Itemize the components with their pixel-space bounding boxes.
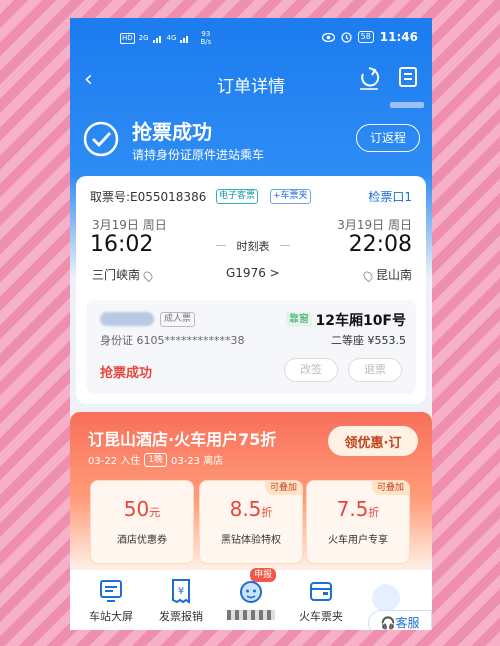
checkin-date: 03-22 入住 bbox=[88, 456, 141, 467]
depart-time: 16:02 bbox=[90, 232, 154, 257]
phone-screen: HD 2G 4G 93 B/s 58 11:46 ‹ 订单详情 抢票成功 请持身… bbox=[70, 18, 432, 630]
svg-text:¥: ¥ bbox=[178, 586, 184, 597]
claim-coupon-button[interactable]: 领优惠·订 bbox=[328, 426, 418, 456]
net-speed-value: 93 bbox=[201, 30, 211, 38]
customer-service-button[interactable]: 🎧客服 bbox=[368, 610, 432, 630]
hd-indicator: HD bbox=[120, 32, 135, 44]
arrive-station-name: 昆山南 bbox=[375, 268, 412, 282]
network-2g: 2G bbox=[138, 34, 149, 42]
stackable-tag: 可叠加 bbox=[264, 481, 302, 495]
schedule-link[interactable]: 时刻表 bbox=[220, 238, 286, 254]
coupon-label: 黑钻体验特权 bbox=[221, 535, 281, 546]
e-ticket-tag: 电子客票 bbox=[216, 189, 259, 204]
invoice-icon: ¥ bbox=[172, 579, 190, 604]
document-icon[interactable] bbox=[396, 66, 420, 92]
order-status: 抢票成功 bbox=[100, 366, 153, 381]
seat-class-price: 二等座 ¥553.5 bbox=[331, 334, 406, 347]
tool-invoice[interactable]: ¥ 发票报销 bbox=[150, 578, 212, 624]
signal-icon-2 bbox=[180, 35, 189, 43]
schedule-line-right bbox=[280, 245, 290, 246]
stackable-tag: 可叠加 bbox=[371, 481, 409, 495]
net-speed-unit: B/s bbox=[200, 38, 212, 46]
checkout-date: 03-23 离店 bbox=[170, 456, 224, 467]
tool-station-screen[interactable]: 车站大屏 bbox=[80, 578, 142, 624]
network-4g: 4G bbox=[166, 34, 177, 42]
status-bar: HD 2G 4G 93 B/s 58 11:46 bbox=[70, 18, 432, 58]
battery-indicator: 58 bbox=[357, 31, 374, 43]
blurred-label bbox=[390, 102, 424, 108]
book-return-button[interactable]: 订返程 bbox=[356, 124, 420, 152]
coupon-label: 火车用户专享 bbox=[328, 535, 388, 546]
blurred-label bbox=[227, 610, 275, 620]
ticket-type-tag: 成人票 bbox=[160, 312, 196, 327]
id-number: 身份证 6105************38 bbox=[100, 334, 245, 347]
gate-label: 检票口1 bbox=[368, 190, 412, 204]
location-pin-icon[interactable] bbox=[141, 269, 155, 282]
clock: 11:46 bbox=[379, 30, 418, 44]
train-number[interactable]: G1976 > bbox=[226, 266, 280, 280]
passenger-box: 成人票 靠窗 12车厢10F号 身份证 6105************38 二… bbox=[86, 300, 416, 394]
success-subtitle: 请持身份证原件进站乘车 bbox=[132, 148, 265, 162]
passenger-name-blurred bbox=[100, 312, 154, 326]
station-screen-icon bbox=[100, 580, 122, 602]
coupon-value: 7.5折 bbox=[336, 497, 380, 521]
tool-label: 车站大屏 bbox=[89, 610, 133, 623]
headset-icon: 🎧 bbox=[380, 616, 396, 630]
hotel-promo-card: 订昆山酒店·火车用户75折 03-22 入住 1晚 03-23 离店 领优惠·订… bbox=[70, 412, 432, 570]
coupon-hotel[interactable]: 50元 酒店优惠券 bbox=[90, 480, 194, 564]
more-button[interactable] bbox=[372, 584, 400, 612]
arrive-station: 昆山南 bbox=[360, 266, 412, 283]
share-icon[interactable] bbox=[358, 66, 380, 92]
nights-tag: 1晚 bbox=[144, 452, 167, 467]
nav-bar: ‹ 订单详情 bbox=[70, 62, 432, 102]
depart-station: 三门峡南 bbox=[92, 266, 156, 283]
check-circle-icon bbox=[83, 121, 119, 157]
coupon-value: 50元 bbox=[123, 497, 161, 521]
change-ticket-button[interactable]: 改签 bbox=[284, 358, 338, 382]
tool-label: 火车票夹 bbox=[299, 610, 343, 623]
seat-number: 12车厢10F号 bbox=[315, 313, 406, 329]
signal-icon bbox=[152, 35, 161, 43]
arrive-date: 3月19日 周日 bbox=[337, 218, 412, 232]
coupon-train-user[interactable]: 可叠加 7.5折 火车用户专享 bbox=[306, 480, 410, 564]
tool-mascot[interactable] bbox=[220, 578, 282, 620]
ticket-wallet-icon bbox=[310, 582, 332, 601]
location-pin-icon[interactable] bbox=[361, 269, 375, 282]
add-ticket-wallet-tag[interactable]: +车票夹 bbox=[270, 189, 311, 204]
ticket-card: 取票号:E055018386 电子客票 +车票夹 检票口1 3月19日 周日 3… bbox=[76, 176, 426, 404]
net-speed: 93 B/s bbox=[200, 30, 211, 46]
coupon-black-diamond[interactable]: 可叠加 8.5折 黑钻体验特权 bbox=[199, 480, 303, 564]
tool-label: 发票报销 bbox=[159, 610, 203, 623]
arrive-time: 22:08 bbox=[348, 232, 412, 257]
alarm-icon bbox=[340, 31, 352, 43]
mascot-icon bbox=[240, 581, 262, 603]
success-title: 抢票成功 bbox=[132, 120, 212, 144]
window-seat-tag: 靠窗 bbox=[286, 312, 312, 327]
refund-button[interactable]: 退票 bbox=[348, 358, 402, 382]
hotel-dates: 03-22 入住 1晚 03-23 离店 bbox=[88, 452, 223, 467]
coupon-value: 8.5折 bbox=[229, 497, 273, 521]
tool-ticket-wallet[interactable]: 火车票夹 bbox=[290, 578, 352, 624]
coupon-label: 酒店优惠券 bbox=[117, 535, 167, 546]
depart-date: 3月19日 周日 bbox=[92, 218, 167, 232]
service-label: 客服 bbox=[395, 616, 420, 630]
eye-icon bbox=[321, 32, 335, 42]
depart-station-name: 三门峡南 bbox=[92, 268, 141, 282]
ticket-number: 取票号:E055018386 bbox=[90, 190, 207, 204]
hotel-promo-title: 订昆山酒店·火车用户75折 bbox=[88, 430, 277, 449]
